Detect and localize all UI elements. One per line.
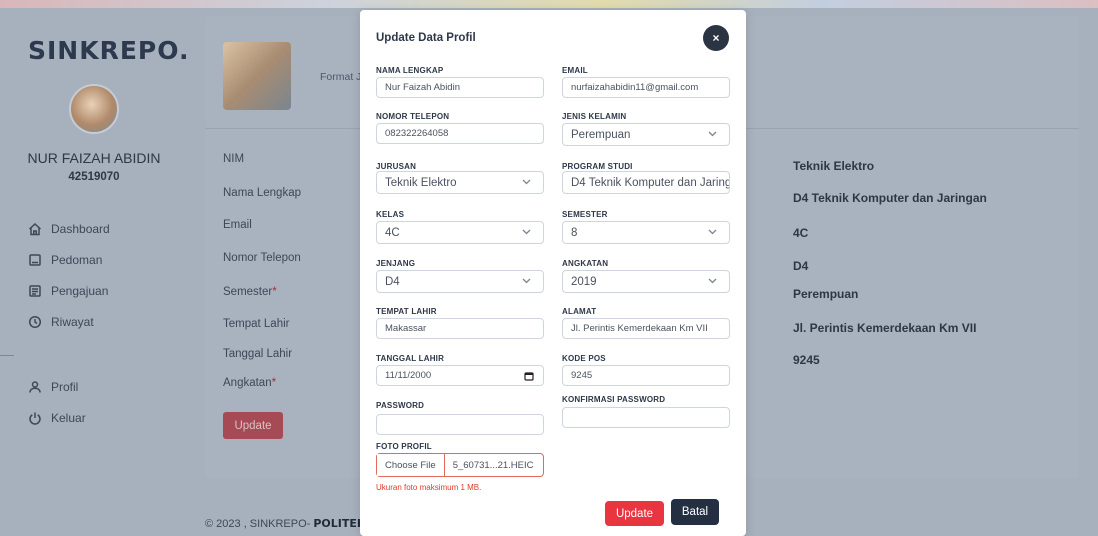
password-input[interactable] xyxy=(376,414,544,435)
sidebar-item-label: Pengajuan xyxy=(51,283,109,298)
sidebar: SINKREPO. NUR FAIZAH ABIDIN 42519070 Das… xyxy=(0,8,188,536)
sidebar-item-pedoman[interactable]: Pedoman xyxy=(28,244,110,275)
sidebar-item-dashboard[interactable]: Dashboard xyxy=(28,213,110,244)
format-text: Format J xyxy=(320,71,362,83)
sidebar-item-riwayat[interactable]: Riwayat xyxy=(28,306,110,337)
sidebar-item-label: Dashboard xyxy=(51,221,110,236)
kelas-select[interactable]: 4C xyxy=(376,221,544,244)
value-jurusan: Teknik Elektro xyxy=(793,159,875,173)
foto-profil-file-input[interactable]: Choose File 5_60731...21.HEIC xyxy=(376,453,544,477)
user-name: NUR FAIZAH ABIDIN xyxy=(27,150,161,166)
value-prodi: D4 Teknik Komputer dan Jaringan xyxy=(793,191,987,205)
modal-title: Update Data Profil xyxy=(376,32,476,44)
konfirmasi-password-input[interactable] xyxy=(562,407,730,428)
label-nama: Nama Lengkap xyxy=(223,187,301,199)
nomor-telepon-input[interactable]: 082322264058 xyxy=(376,123,544,144)
sidebar-item-profil[interactable]: Profil xyxy=(28,371,110,402)
cancel-button[interactable]: Batal xyxy=(671,499,719,525)
sidebar-item-label: Profil xyxy=(51,379,79,394)
label-jenis-kelamin: JENIS KELAMIN xyxy=(562,112,627,121)
update-profile-modal: Update Data Profil × NAMA LENGKAP Nur Fa… xyxy=(360,10,746,536)
chevron-down-icon xyxy=(522,227,531,236)
calendar-icon[interactable] xyxy=(524,371,534,381)
jurusan-select[interactable]: Teknik Elektro xyxy=(376,171,544,194)
list-icon xyxy=(29,284,41,297)
jenis-kelamin-select[interactable]: Perempuan xyxy=(562,123,730,146)
sidebar-item-label: Riwayat xyxy=(51,314,94,329)
label-semester: Semester* xyxy=(223,286,277,298)
home-icon xyxy=(28,222,42,235)
sidebar-item-label: Keluar xyxy=(51,410,86,425)
label-tanggal-lahir: Tanggal Lahir xyxy=(223,348,293,360)
sidebar-menu: Dashboard Pedoman Pengajuan Riwayat Prof… xyxy=(28,213,110,433)
tanggal-lahir-input[interactable]: 11/11/2000 xyxy=(376,365,544,386)
user-icon xyxy=(29,380,41,393)
label-angkatan: ANGKATAN xyxy=(562,259,609,268)
chevron-down-icon xyxy=(708,227,717,236)
label-konfirmasi-password: KONFIRMASI PASSWORD xyxy=(562,395,666,404)
label-telepon: Nomor Telepon xyxy=(223,252,301,264)
value-alamat: Jl. Perintis Kemerdekaan Km VII xyxy=(793,321,977,335)
book-icon xyxy=(29,253,41,266)
avatar xyxy=(69,84,119,134)
tempat-lahir-input[interactable]: Makassar xyxy=(376,318,544,339)
label-angkatan: Angkatan* xyxy=(223,377,277,389)
close-button[interactable]: × xyxy=(703,25,729,51)
label-nomor-telepon: NOMOR TELEPON xyxy=(376,112,450,121)
background-update-button[interactable]: Update xyxy=(223,412,283,439)
label-kelas: KELAS xyxy=(376,210,405,219)
label-jenjang: JENJANG xyxy=(376,259,416,268)
profile-photo xyxy=(223,42,291,110)
chevron-down-icon xyxy=(522,276,531,285)
jenjang-select[interactable]: D4 xyxy=(376,270,544,293)
label-tempat-lahir: Tempat Lahir xyxy=(223,318,290,330)
alamat-input[interactable]: Jl. Perintis Kemerdekaan Km VII xyxy=(562,318,730,339)
program-studi-input[interactable]: D4 Teknik Komputer dan Jaringan xyxy=(562,171,730,194)
value-jenis-kelamin: Perempuan xyxy=(793,287,859,301)
value-jenjang: D4 xyxy=(793,259,809,273)
label-nama-lengkap: NAMA LENGKAP xyxy=(376,66,444,75)
label-tempat-lahir: TEMPAT LAHIR xyxy=(376,307,437,316)
required-marker: * xyxy=(271,377,277,389)
label-alamat: ALAMAT xyxy=(562,307,597,316)
required-marker: * xyxy=(272,286,277,298)
kode-pos-input[interactable]: 9245 xyxy=(562,365,730,386)
label-program-studi: PROGRAM STUDI xyxy=(562,162,633,171)
angkatan-select[interactable]: 2019 xyxy=(562,270,730,293)
label-foto-profil: FOTO PROFIL xyxy=(376,442,432,451)
label-tanggal-lahir: TANGGAL LAHIR xyxy=(376,354,445,363)
sidebar-divider xyxy=(0,355,14,356)
label-email: EMAIL xyxy=(562,66,588,75)
nama-lengkap-input[interactable]: Nur Faizah Abidin xyxy=(376,77,544,98)
label-password: PASSWORD xyxy=(376,401,425,410)
label-semester: SEMESTER xyxy=(562,210,608,219)
sidebar-item-keluar[interactable]: Keluar xyxy=(28,402,110,433)
chevron-down-icon xyxy=(708,276,717,285)
user-nim: 42519070 xyxy=(68,171,120,183)
chevron-down-icon xyxy=(708,129,717,138)
semester-select[interactable]: 8 xyxy=(562,221,730,244)
power-icon xyxy=(29,412,41,425)
sidebar-item-label: Pedoman xyxy=(51,252,103,267)
top-decorative-strip xyxy=(0,0,1098,8)
label-kode-pos: KODE POS xyxy=(562,354,606,363)
email-input[interactable]: nurfaizahabidin11@gmail.com xyxy=(562,77,730,98)
app-logo: SINKREPO. xyxy=(28,36,190,65)
value-kode-pos: 9245 xyxy=(793,353,820,367)
value-kelas: 4C xyxy=(793,226,809,240)
footer: © 2023 , SINKREPO- POLITEKI xyxy=(205,517,370,530)
file-name: 5_60731...21.HEIC xyxy=(452,459,534,471)
choose-file-button[interactable]: Choose File xyxy=(377,454,445,476)
file-size-hint: Ukuran foto maksimum 1 MB. xyxy=(376,483,482,492)
label-nim: NIM xyxy=(223,153,245,165)
chevron-down-icon xyxy=(522,177,531,186)
update-button[interactable]: Update xyxy=(605,501,664,526)
clock-icon xyxy=(28,315,42,328)
label-email: Email xyxy=(223,219,252,231)
label-jurusan: JURUSAN xyxy=(376,162,417,171)
sidebar-item-pengajuan[interactable]: Pengajuan xyxy=(28,275,110,306)
